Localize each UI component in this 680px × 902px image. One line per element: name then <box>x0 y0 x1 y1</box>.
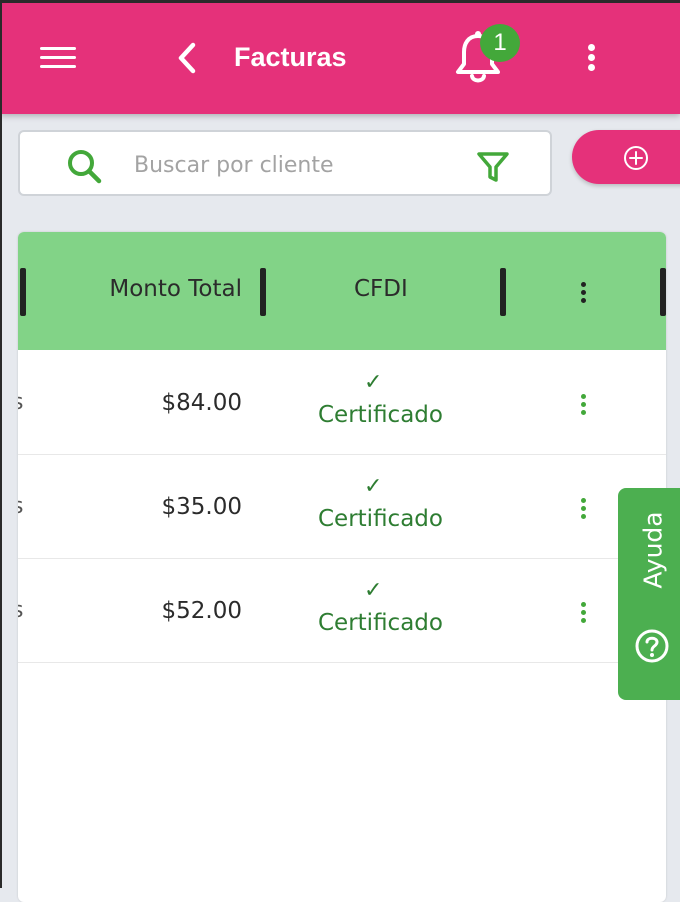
hamburger-icon[interactable] <box>38 44 78 72</box>
column-resize-handle[interactable] <box>260 268 266 316</box>
column-resize-handle[interactable] <box>660 268 666 316</box>
table-row[interactable]: s $84.00 ✓ Certificado <box>18 350 666 455</box>
cfdi-status: Certificado <box>318 610 443 636</box>
check-icon: ✓ <box>364 370 383 395</box>
column-header-cfdi[interactable]: CFDI <box>354 276 408 302</box>
truncated-cell: s <box>18 494 23 519</box>
window-left-edge <box>0 0 2 888</box>
app-bar: Facturas 1 <box>0 0 680 114</box>
cfdi-status: Certificado <box>318 506 443 532</box>
help-label: Ayuda <box>638 511 668 589</box>
row-menu-icon[interactable] <box>578 392 590 420</box>
search-input[interactable] <box>132 146 466 184</box>
filter-icon[interactable] <box>476 150 510 184</box>
column-menu-icon[interactable] <box>578 276 590 306</box>
table-row[interactable]: s $52.00 ✓ Certificado <box>18 558 666 663</box>
column-resize-handle[interactable] <box>500 268 506 316</box>
vertical-dots-icon[interactable] <box>578 40 606 76</box>
question-circle-icon <box>635 629 669 663</box>
add-invoice-button[interactable] <box>572 130 680 184</box>
column-resize-handle[interactable] <box>20 268 26 316</box>
search-icon <box>68 150 102 184</box>
truncated-cell: s <box>18 390 23 415</box>
amount-cell: $52.00 <box>161 598 242 624</box>
column-header-monto-total[interactable]: Monto Total <box>109 276 242 302</box>
page-title: Facturas <box>234 42 347 72</box>
table-header: Monto Total CFDI <box>18 232 666 350</box>
search-bar <box>18 130 552 196</box>
truncated-cell: s <box>18 598 23 623</box>
invoices-table: Monto Total CFDI s $84.00 ✓ Certificado … <box>18 232 666 902</box>
notification-badge: 1 <box>480 24 520 62</box>
row-menu-icon[interactable] <box>578 600 590 628</box>
row-menu-icon[interactable] <box>578 496 590 524</box>
table-row[interactable]: s $35.00 ✓ Certificado <box>18 454 666 559</box>
check-icon: ✓ <box>364 474 383 499</box>
window-top-edge <box>0 0 680 3</box>
chevron-left-icon[interactable] <box>170 40 206 76</box>
cfdi-status: Certificado <box>318 402 443 428</box>
amount-cell: $35.00 <box>161 494 242 520</box>
amount-cell: $84.00 <box>161 390 242 416</box>
check-icon: ✓ <box>364 578 383 603</box>
help-tab[interactable]: Ayuda <box>618 488 680 700</box>
plus-circle-icon <box>624 146 648 170</box>
